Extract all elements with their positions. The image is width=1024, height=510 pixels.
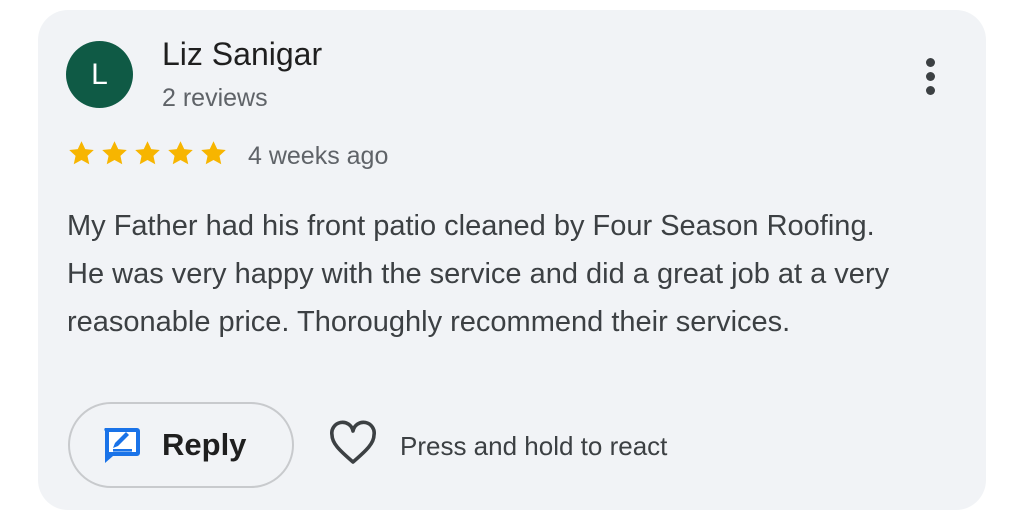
avatar-initial: L xyxy=(91,57,108,91)
react-button[interactable] xyxy=(328,420,378,468)
reply-edit-icon xyxy=(104,428,140,463)
react-hint: Press and hold to react xyxy=(400,431,668,461)
star-icon xyxy=(201,141,226,165)
avatar[interactable]: L xyxy=(66,41,133,108)
reply-label: Reply xyxy=(162,427,247,462)
review-text: My Father had his front patio cleaned by… xyxy=(67,210,890,338)
author-name[interactable]: Liz Sanigar xyxy=(162,36,322,73)
star-icon xyxy=(168,141,193,165)
star-icon xyxy=(135,141,160,165)
star-icon xyxy=(69,141,94,165)
reply-button[interactable]: Reply xyxy=(68,402,294,488)
more-vertical-icon xyxy=(925,57,935,95)
more-options-button[interactable] xyxy=(910,50,950,102)
star-rating xyxy=(66,138,229,169)
heart-outline-icon xyxy=(330,420,376,464)
review-time: 4 weeks ago xyxy=(248,142,389,170)
review-card: L Liz Sanigar 2 reviews 4 weeks ago My F… xyxy=(38,10,986,510)
review-count: 2 reviews xyxy=(162,84,268,112)
star-icon xyxy=(102,141,127,165)
